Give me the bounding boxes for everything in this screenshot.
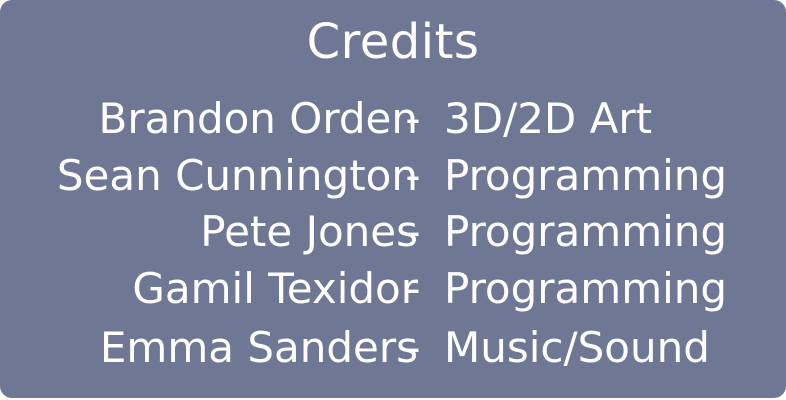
credit-role: 3D/2D Art [444,94,653,143]
credit-separator: - [405,151,421,200]
credit-row: Emma Sanders - Music/Sound [0,319,786,377]
credit-separator: - [405,94,421,143]
credit-row: Gamil Texidor - Programming [0,260,786,318]
credits-title: Credits [306,14,480,70]
credit-separator: - [405,323,421,372]
credit-name: Emma Sanders [99,323,418,372]
credit-name: Pete Jones [200,207,418,256]
credit-name: Sean Cunnington [56,151,418,200]
credit-separator: - [405,207,421,256]
credit-row: Sean Cunnington - Programming [0,147,786,205]
credit-name: Brandon Orden [98,94,418,143]
credits-panel: Credits Brandon Orden - 3D/2D Art Sean C… [0,0,786,398]
credit-row: Pete Jones - Programming [0,203,786,261]
credit-role: Music/Sound [444,323,710,372]
credit-name: Gamil Texidor [132,264,418,313]
credit-separator: - [405,264,421,313]
credit-row: Brandon Orden - 3D/2D Art [0,90,786,148]
credit-role: Programming [444,207,728,256]
credit-role: Programming [444,264,728,313]
credit-role: Programming [444,151,728,200]
